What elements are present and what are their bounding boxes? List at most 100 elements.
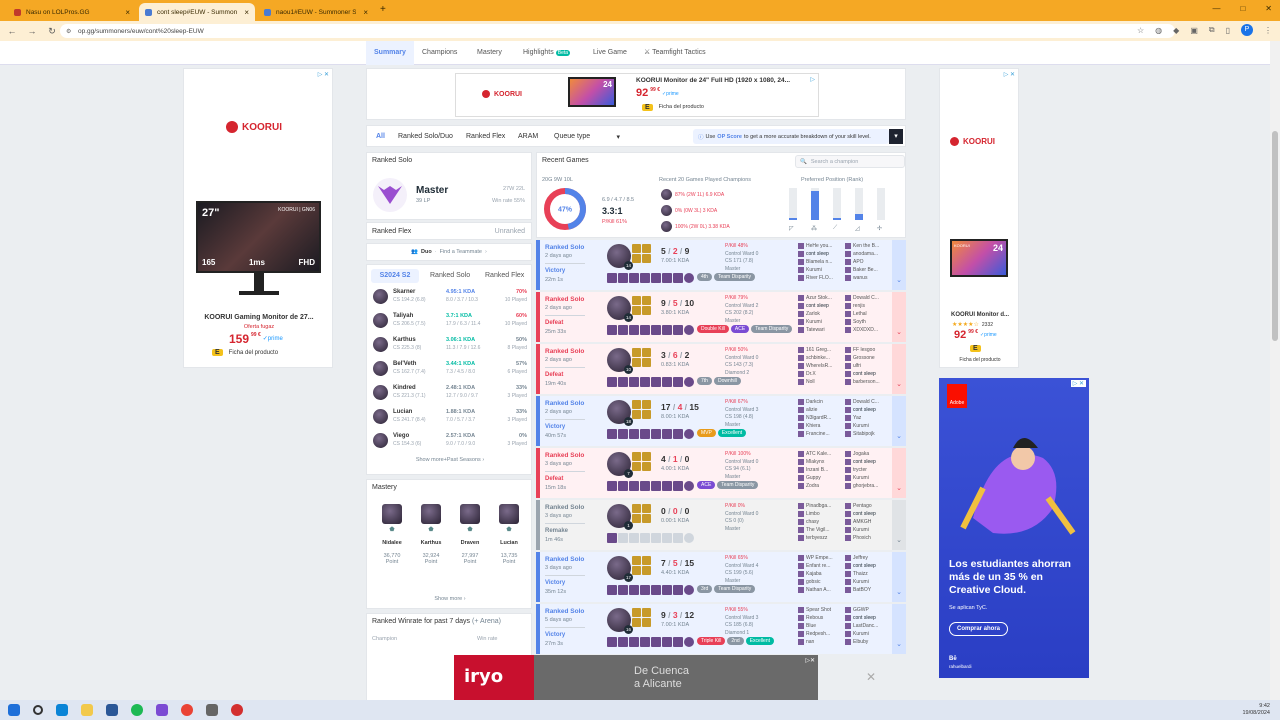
file-explorer-icon[interactable] — [81, 704, 93, 716]
match-player[interactable]: Rebous — [798, 614, 841, 622]
edge-icon[interactable] — [56, 704, 68, 716]
champ-stat-row[interactable]: Bel'Veth CS 162.7 (7.4) 3.44:1 KDA 7.3 / 4.… — [371, 359, 531, 379]
reload-icon[interactable]: ↻ — [42, 26, 62, 37]
match-player[interactable]: XDXDXD... — [845, 326, 888, 334]
tab-champions[interactable]: Champions — [422, 41, 457, 65]
match-player[interactable]: Sitabipojk — [845, 430, 888, 438]
match-player[interactable]: barberson... — [845, 378, 888, 386]
windows-start-icon[interactable] — [8, 704, 20, 716]
extension-icon[interactable]: ▣ — [1190, 26, 1198, 35]
expand-match-chevron-icon[interactable]: ⌄ — [892, 292, 906, 342]
match-player[interactable]: cont sleep — [845, 458, 888, 466]
mail-icon[interactable] — [106, 704, 118, 716]
match-player[interactable]: Kurumi — [845, 526, 888, 534]
match-player[interactable]: Khiera — [798, 422, 841, 430]
champ-stat-row[interactable]: Lucian CS 241.7 (8.4) 1.88:1 KDA 7.0 / 5.7 … — [371, 407, 531, 427]
browser-tab-lolpros[interactable]: Nasu on LOLPros.GG × — [8, 3, 136, 21]
close-window-icon[interactable]: ✕ — [1265, 4, 1272, 13]
match-player[interactable]: cont sleep — [845, 562, 888, 570]
match-player[interactable]: Kurumi — [798, 318, 841, 326]
match-player[interactable]: ulfri — [845, 362, 888, 370]
ad-top-banner[interactable]: KOORUI 24 KOORUI Monitor de 24" Full HD … — [366, 68, 906, 120]
match-player[interactable]: Jeffrey — [845, 554, 888, 562]
match-row[interactable]: Ranked Solo 3 days ago Defeat 15m 18s 7 4 / 1… — [536, 448, 906, 498]
mastery-champ[interactable]: ⬟ Lucian 13,735 Point — [496, 504, 522, 565]
expand-match-chevron-icon[interactable]: ⌄ — [892, 448, 906, 498]
match-player[interactable]: LastDanc... — [845, 622, 888, 630]
match-player[interactable]: Dowald C... — [845, 294, 888, 302]
match-player[interactable]: WP Empe... — [798, 554, 841, 562]
mastery-champ[interactable]: ⬟ Nidalee 36,770 Point — [379, 504, 405, 565]
expand-match-chevron-icon[interactable]: ⌄ — [892, 552, 906, 602]
match-row[interactable]: Ranked Solo 2 days ago Victory 22m 1s 14 5 / … — [536, 240, 906, 290]
ad-product-title[interactable]: KOORUI Monitor d... — [940, 312, 1020, 318]
expand-match-chevron-icon[interactable]: ⌄ — [892, 240, 906, 290]
show-more-seasons-button[interactable]: Show more+Past Seasons › — [367, 457, 533, 463]
match-player[interactable]: cont sleep — [845, 406, 888, 414]
champion-search-input[interactable]: 🔍 Search a champion — [795, 155, 905, 168]
match-player[interactable]: anodama... — [845, 250, 888, 258]
ad-product-title[interactable]: KOORUI Gaming Monitor de 27... — [184, 314, 334, 321]
match-player[interactable]: Jogaka — [845, 450, 888, 458]
ad-product-link[interactable]: Ficha del producto — [659, 104, 704, 111]
url-input[interactable]: ⚙ op.gg/summoners/euw/cont%20sleep-EUW — [60, 24, 1175, 38]
minimize-icon[interactable]: — — [1212, 4, 1220, 13]
match-player[interactable]: cont sleep — [845, 510, 888, 518]
expand-match-chevron-icon[interactable]: ⌄ — [892, 604, 906, 654]
queue-type-select[interactable]: Queue type ▾ — [554, 133, 620, 141]
page-scrollbar[interactable] — [1270, 41, 1280, 700]
match-player[interactable]: Dowald C... — [845, 398, 888, 406]
browser-tab-naou[interactable]: naou1#EUW - Summoner Stats × — [258, 3, 374, 21]
ad-choices-icon[interactable]: ▷ ✕ — [1004, 71, 1015, 78]
match-player[interactable]: HeHe you... — [798, 242, 841, 250]
tab-live-game[interactable]: Live Game — [593, 41, 627, 65]
match-player[interactable]: Nathan A... — [798, 586, 841, 594]
match-player[interactable]: Kurumi — [798, 266, 841, 274]
match-player[interactable]: alizie — [798, 406, 841, 414]
match-player[interactable]: Lethal — [845, 310, 888, 318]
profile-avatar[interactable]: P — [1241, 24, 1253, 36]
match-player[interactable]: Thaizz — [845, 570, 888, 578]
match-player[interactable]: 161 Greg... — [798, 346, 841, 354]
match-player[interactable]: Soyth — [845, 318, 888, 326]
ad-right-koorui[interactable]: ▷ ✕ KOORUI KOORUI 24 KOORUI Monitor d... … — [939, 68, 1019, 368]
champ-stat-row[interactable]: Skarner CS 194.2 (6.8) 4.95:1 KDA 8.0 / 3.7… — [371, 287, 531, 307]
ad-product-title[interactable]: KOORUI Monitor de 24" Full HD (1920 x 10… — [636, 77, 811, 84]
menu-icon[interactable]: ⋮ — [1264, 26, 1272, 35]
ad-choices-icon[interactable]: ▷ ✕ — [318, 71, 329, 78]
match-player[interactable]: WhereIsR... — [798, 362, 841, 370]
sidebar-icon[interactable]: ▯ — [1226, 26, 1230, 35]
clock[interactable]: 9:42 19/08/2024 — [1242, 703, 1270, 717]
match-player[interactable]: Pinadbga... — [798, 502, 841, 510]
match-player[interactable]: trycter — [845, 466, 888, 474]
settings-icon[interactable] — [206, 704, 218, 716]
match-player[interactable]: Kurumi — [845, 422, 888, 430]
match-row[interactable]: Ranked Solo 2 days ago Defeat 25m 33s 14 9 / … — [536, 292, 906, 342]
match-row[interactable]: Ranked Solo 3 days ago Remake 1m 46s 1 0 / 0 … — [536, 500, 906, 550]
season-tab-ranked-solo[interactable]: Ranked Solo — [430, 272, 470, 279]
expand-match-chevron-icon[interactable]: ⌄ — [892, 344, 906, 394]
match-player[interactable]: Elbuby — [845, 638, 888, 646]
match-player[interactable]: Inzani B... — [798, 466, 841, 474]
chevron-down-icon[interactable]: ▾ — [889, 129, 903, 144]
ad-top-inner[interactable]: KOORUI 24 KOORUI Monitor de 24" Full HD … — [455, 73, 819, 117]
match-player[interactable]: Guppy — [798, 474, 841, 482]
extensions-puzzle-icon[interactable]: ⧉ — [1209, 25, 1215, 35]
match-player[interactable]: chasy — [798, 518, 841, 526]
tab-tft[interactable]: ⚔ Teamfight Tactics — [644, 41, 706, 65]
match-player[interactable]: terbyeszz — [798, 534, 841, 542]
match-player[interactable]: Zodra — [798, 482, 841, 490]
champ-stat-row[interactable]: Viego CS 154.3 (6) 2.57:1 KDA 9.0 / 7.0 / 9… — [371, 431, 531, 451]
bookmark-star-icon[interactable]: ☆ — [1137, 26, 1144, 35]
chrome-icon[interactable] — [181, 704, 193, 716]
ad-choices-icon[interactable]: ▷✕ — [805, 657, 815, 664]
mastery-champ[interactable]: ⬟ Karthus 32,924 Point — [418, 504, 444, 565]
ad-iryo[interactable]: iryo De Cuenca a Alicante ▷✕ — [454, 655, 818, 700]
match-player[interactable]: Azur Stok... — [798, 294, 841, 302]
browser-tab-cont-sleep[interactable]: cont sleep#EUW - Summoner S × — [139, 3, 255, 21]
match-player[interactable]: APO — [845, 258, 888, 266]
match-player[interactable]: Zarlok — [798, 310, 841, 318]
scrollbar-thumb[interactable] — [1272, 131, 1278, 341]
match-player[interactable]: Spear Shot — [798, 606, 841, 614]
match-player[interactable]: Kajaba — [798, 570, 841, 578]
